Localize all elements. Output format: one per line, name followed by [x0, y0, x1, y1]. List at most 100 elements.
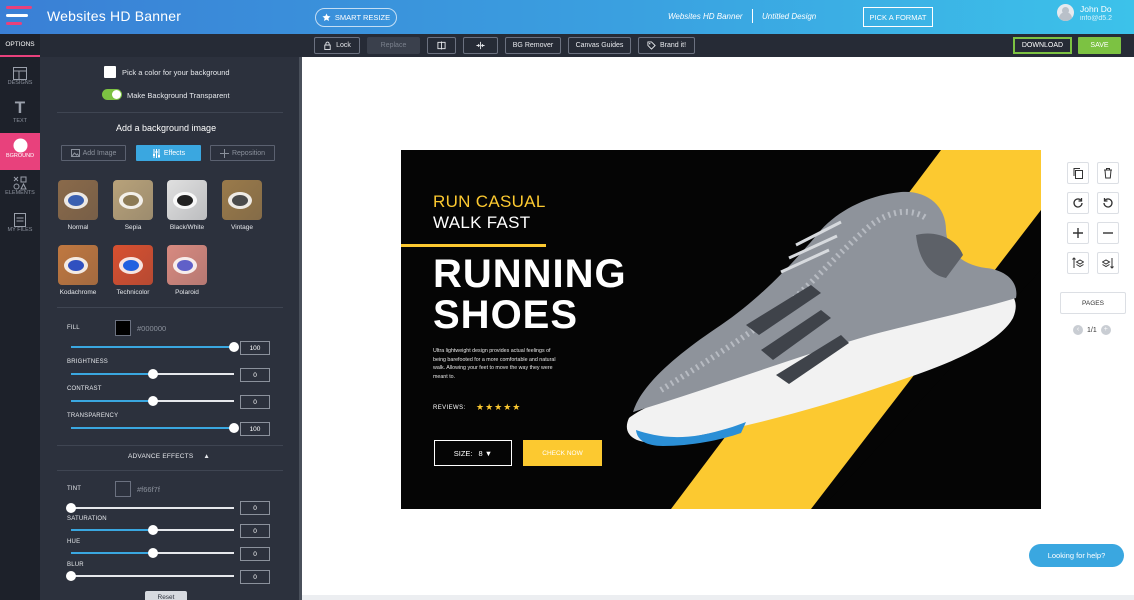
- blur-value-input[interactable]: 0: [240, 570, 270, 584]
- tint-value-input[interactable]: 0: [240, 501, 270, 515]
- menu-logo-icon[interactable]: [6, 6, 34, 28]
- fill-slider[interactable]: [71, 342, 239, 352]
- transparency-slider[interactable]: [71, 423, 239, 433]
- filter-label: Vintage: [231, 224, 253, 231]
- rail-item-my-files[interactable]: MY FILES: [0, 207, 40, 244]
- banner-reviews-label[interactable]: REVIEWS:: [433, 405, 466, 411]
- layer-down-icon: [1102, 258, 1114, 269]
- fill-slider-handle[interactable]: [229, 342, 239, 352]
- banner-headline[interactable]: RUNNING SHOES: [433, 254, 627, 336]
- blur-slider[interactable]: [66, 571, 234, 581]
- lock-button[interactable]: Lock: [314, 37, 360, 54]
- banner-description[interactable]: Ultra lightweight design provides actual…: [433, 347, 561, 381]
- saturation-slider[interactable]: [71, 525, 234, 535]
- pages-button[interactable]: PAGES: [1060, 292, 1126, 314]
- background-color-picker[interactable]: [104, 66, 116, 78]
- brightness-slider-handle[interactable]: [147, 369, 158, 379]
- canvas-guides-button[interactable]: Canvas Guides: [568, 37, 631, 54]
- send-backward-button[interactable]: [1097, 252, 1119, 274]
- saturation-label: SATURATION: [67, 516, 107, 522]
- reset-button[interactable]: Reset: [145, 591, 187, 600]
- filter-black-white[interactable]: Black/White: [167, 180, 207, 231]
- avatar[interactable]: [1057, 4, 1074, 21]
- rotate-left-button[interactable]: [1097, 192, 1119, 214]
- rail-item-elements[interactable]: ELEMENTS: [0, 170, 40, 207]
- workspace-scrollbar[interactable]: [302, 595, 1134, 600]
- breadcrumb-format[interactable]: Websites HD Banner: [668, 12, 743, 21]
- banner-stars[interactable]: ★★★★★: [476, 402, 521, 413]
- help-button[interactable]: Looking for help?: [1029, 544, 1124, 567]
- rail-item-bground[interactable]: BGROUND: [0, 133, 40, 170]
- text-icon: T: [14, 98, 26, 117]
- image-icon: [70, 149, 80, 157]
- banner-cta-button[interactable]: CHECK NOW: [523, 440, 602, 466]
- zoom-in-button[interactable]: [1067, 222, 1089, 244]
- banner-line-2[interactable]: WALK FAST: [433, 213, 530, 233]
- flip-horizontal-button[interactable]: [427, 37, 456, 54]
- filter-sepia[interactable]: Sepia: [113, 180, 153, 231]
- saturation-value-input[interactable]: 0: [240, 524, 270, 538]
- tint-slider[interactable]: [66, 503, 234, 513]
- copy-button[interactable]: [1067, 162, 1089, 184]
- delete-button[interactable]: [1097, 162, 1119, 184]
- tab-options[interactable]: OPTIONS: [0, 34, 40, 57]
- banner-line-1[interactable]: RUN CASUAL: [433, 192, 546, 212]
- saturation-slider-handle[interactable]: [147, 525, 158, 535]
- reposition-button[interactable]: Reposition: [210, 145, 275, 161]
- filter-normal[interactable]: Normal: [58, 180, 98, 231]
- breadcrumb-design-name[interactable]: Untitled Design: [762, 12, 816, 21]
- filter-kodachrome[interactable]: Kodachrome: [58, 245, 98, 296]
- hue-slider-handle[interactable]: [147, 548, 158, 558]
- toolbar: [0, 34, 1134, 57]
- replace-button[interactable]: Replace: [367, 37, 420, 54]
- filter-thumb: [167, 245, 207, 285]
- bg-remover-button[interactable]: BG Remover: [505, 37, 561, 54]
- hue-slider[interactable]: [71, 548, 234, 558]
- download-button[interactable]: DOWNLOAD: [1013, 37, 1072, 54]
- add-image-button[interactable]: Add Image: [61, 145, 126, 161]
- fill-color-swatch[interactable]: [115, 320, 131, 336]
- transparent-label: Make Background Transparent: [127, 91, 230, 100]
- brightness-value-input[interactable]: 0: [240, 368, 270, 382]
- effects-button[interactable]: Effects: [136, 145, 201, 161]
- rail-item-designs[interactable]: DESIGNS: [0, 60, 40, 97]
- sliders-icon: [152, 148, 160, 158]
- banner-yellow-rule[interactable]: [401, 244, 546, 247]
- brand-it-button[interactable]: Brand it!: [638, 37, 695, 54]
- tint-slider-handle[interactable]: [66, 503, 76, 513]
- banner-design[interactable]: RUN CASUAL WALK FAST RUNNING SHOES Ultra…: [401, 150, 1041, 509]
- add-image-label: Add Image: [82, 149, 117, 157]
- pick-format-button[interactable]: PICK A FORMAT: [863, 7, 933, 27]
- reposition-label: Reposition: [231, 149, 266, 157]
- contrast-slider[interactable]: [71, 396, 234, 406]
- advance-effects-toggle[interactable]: ADVANCE EFFECTS ▲: [128, 453, 210, 460]
- contrast-value-input[interactable]: 0: [240, 395, 270, 409]
- zoom-out-button[interactable]: [1097, 222, 1119, 244]
- filter-vintage[interactable]: Vintage: [222, 180, 262, 231]
- bring-forward-button[interactable]: [1067, 252, 1089, 274]
- user-name[interactable]: John Do: [1080, 4, 1112, 14]
- rotate-right-icon: [1073, 198, 1083, 208]
- align-center-button[interactable]: [463, 37, 498, 54]
- filter-technicolor[interactable]: Technicolor: [113, 245, 153, 296]
- filter-label: Normal: [67, 224, 89, 231]
- tint-color-swatch[interactable]: [115, 481, 131, 497]
- blur-slider-handle[interactable]: [66, 571, 76, 581]
- save-button[interactable]: SAVE: [1078, 37, 1121, 54]
- contrast-slider-handle[interactable]: [147, 396, 158, 406]
- hue-value-input[interactable]: 0: [240, 547, 270, 561]
- user-email: info@d5.2: [1080, 15, 1113, 22]
- transparency-value-input[interactable]: 100: [240, 422, 270, 436]
- smart-resize-button[interactable]: SMART RESIZE: [315, 8, 397, 27]
- add-page-icon[interactable]: +: [1100, 325, 1111, 335]
- rotate-right-button[interactable]: [1067, 192, 1089, 214]
- transparent-toggle[interactable]: [102, 89, 122, 100]
- filter-polaroid[interactable]: Polaroid: [167, 245, 207, 296]
- star-icon: [322, 13, 331, 22]
- fill-value-input[interactable]: 100: [240, 341, 270, 355]
- brightness-slider[interactable]: [71, 369, 234, 379]
- banner-size-box[interactable]: SIZE: 8 ▼: [434, 440, 512, 466]
- previous-page-icon[interactable]: ‹: [1073, 325, 1083, 335]
- transparency-slider-handle[interactable]: [229, 423, 239, 433]
- rail-item-text[interactable]: T TEXT: [0, 98, 40, 135]
